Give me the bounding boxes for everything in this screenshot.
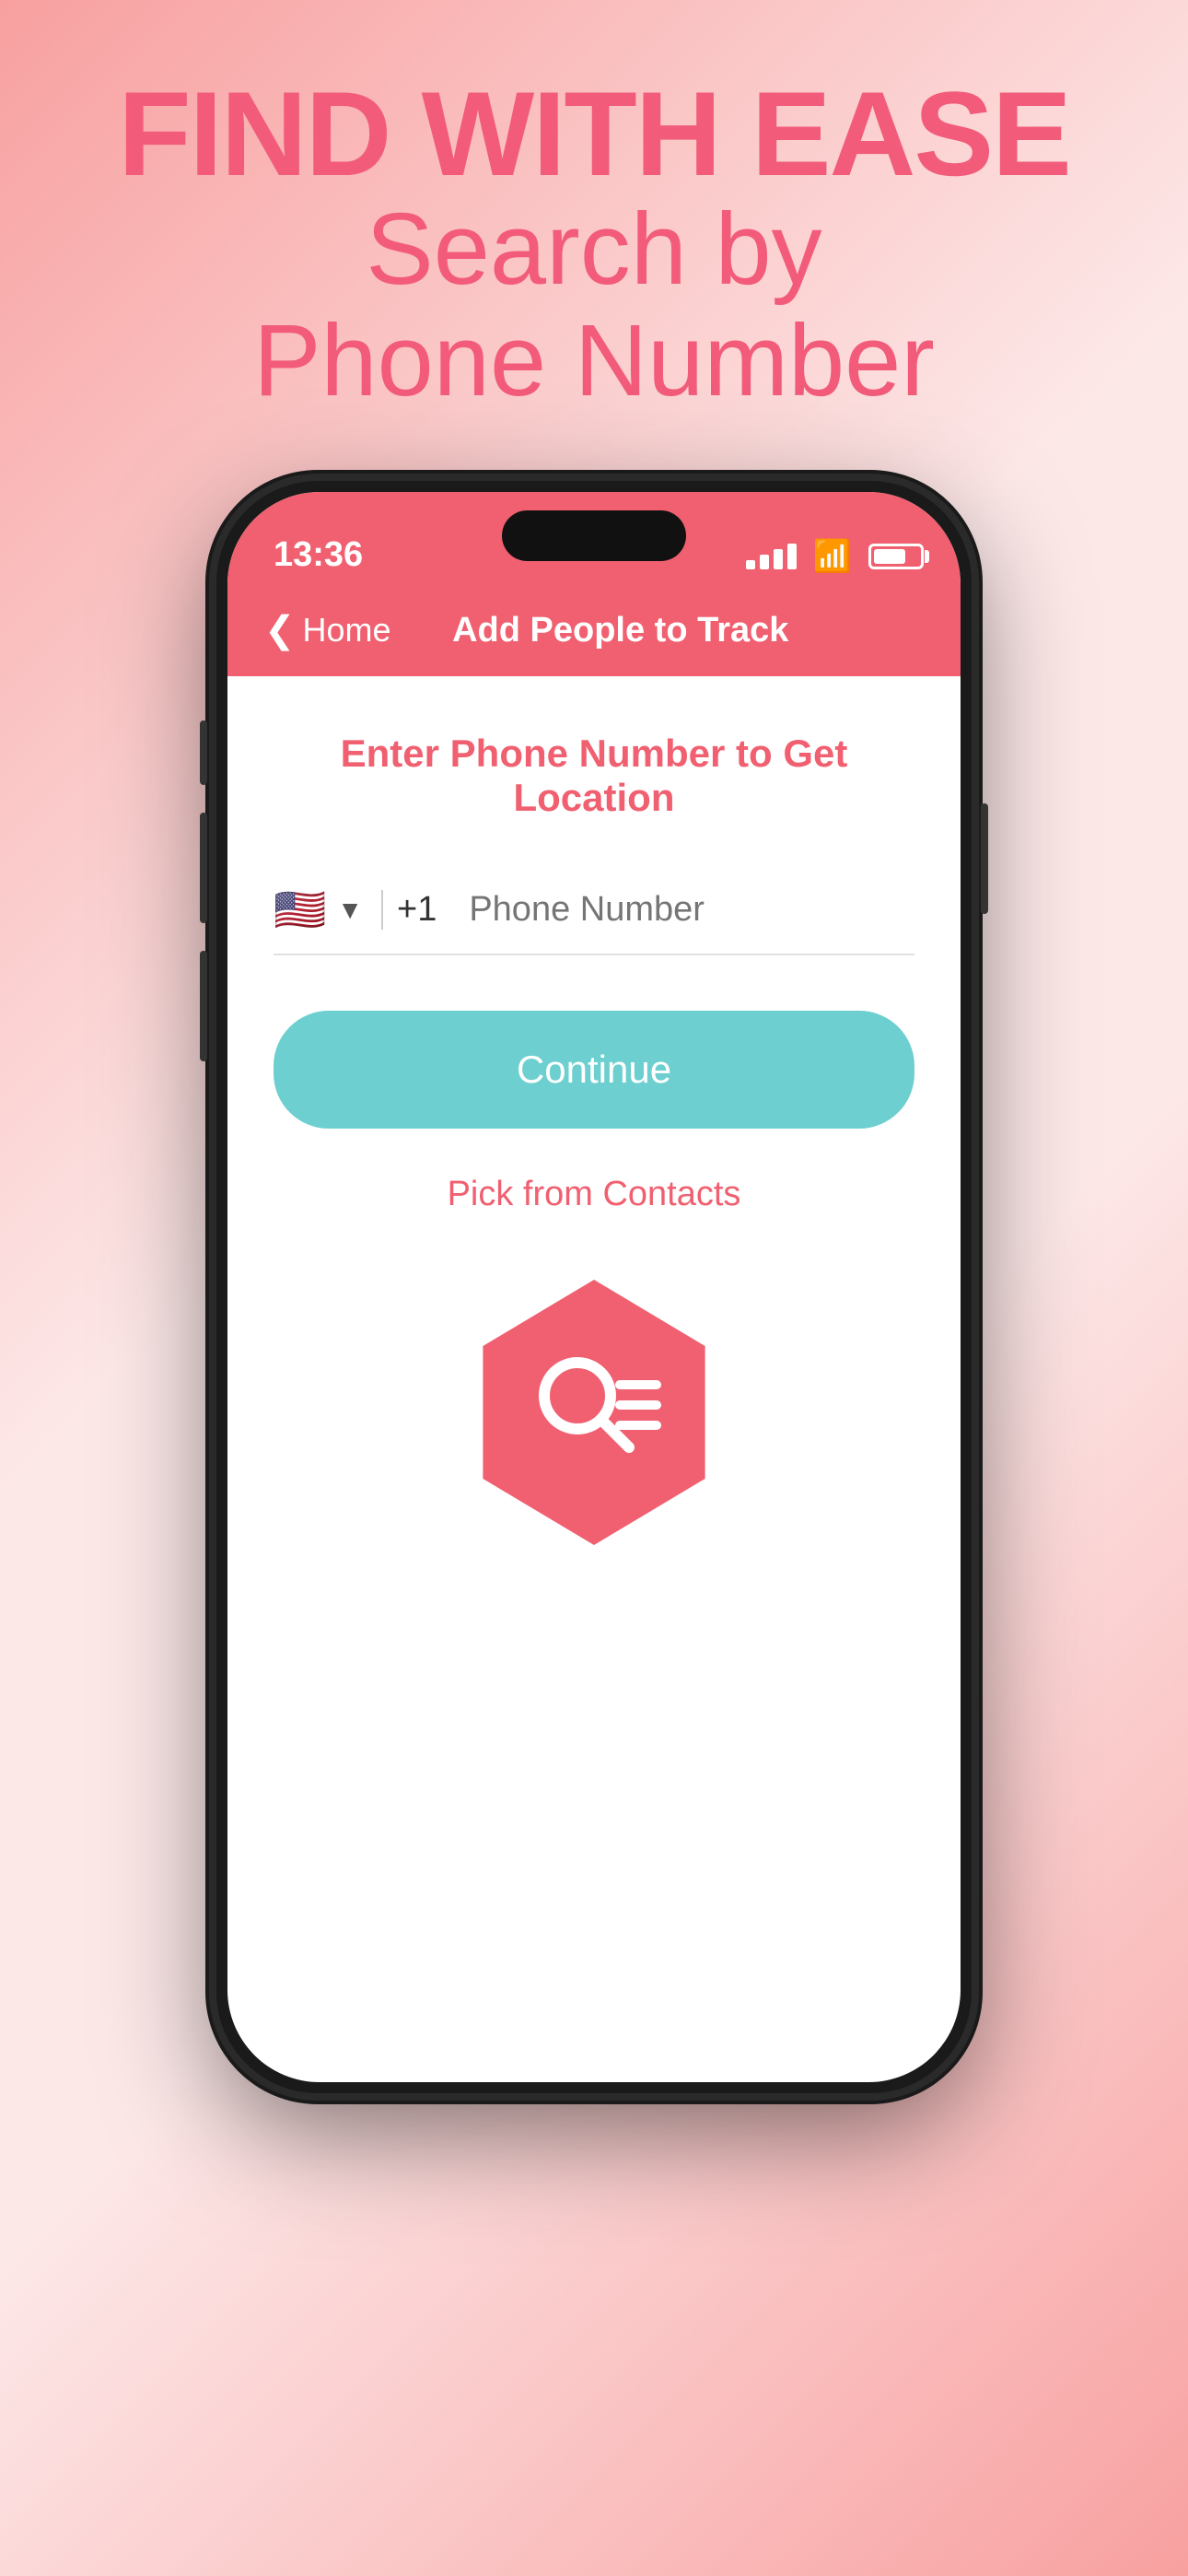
silent-switch	[200, 720, 207, 785]
signal-icon	[746, 544, 797, 569]
power-button	[981, 803, 988, 914]
country-selector[interactable]: 🇺🇸 ▼	[274, 884, 363, 935]
back-button[interactable]: ❮ Home	[264, 609, 391, 651]
country-code: +1	[381, 890, 450, 930]
content-area: Enter Phone Number to Get Location 🇺🇸 ▼ …	[227, 676, 961, 1610]
continue-button[interactable]: Continue	[274, 1011, 914, 1129]
app-icon-section	[274, 1270, 914, 1555]
status-time: 13:36	[274, 535, 363, 575]
dynamic-island	[502, 510, 686, 561]
headline-line3: Phone Number	[118, 305, 1070, 416]
search-magnify-icon	[520, 1339, 668, 1486]
status-bar: 13:36 📶	[227, 492, 961, 584]
volume-down-button	[200, 951, 207, 1061]
headline-line2: Search by	[118, 193, 1070, 305]
app-icon	[460, 1270, 728, 1555]
volume-up-button	[200, 813, 207, 923]
navigation-bar: ❮ Home Add People to Track	[227, 584, 961, 676]
battery-fill	[874, 549, 905, 564]
phone-frame: 13:36 📶	[216, 481, 972, 2093]
status-right-icons: 📶	[746, 538, 924, 575]
nav-title: Add People to Track	[391, 611, 850, 650]
back-chevron-icon: ❮	[264, 609, 296, 651]
phone-screen: 13:36 📶	[227, 492, 961, 2082]
flag-icon: 🇺🇸	[274, 884, 326, 935]
headline-line1: FIND WITH EASE	[118, 74, 1070, 193]
phone-number-input[interactable]	[469, 890, 919, 930]
battery-icon	[868, 544, 924, 569]
wifi-icon: 📶	[813, 538, 852, 575]
pick-contacts-link[interactable]: Pick from Contacts	[274, 1175, 914, 1214]
phone-input-row: 🇺🇸 ▼ +1	[274, 866, 914, 955]
section-title: Enter Phone Number to Get Location	[274, 732, 914, 820]
header-section: FIND WITH EASE Search by Phone Number	[118, 0, 1070, 453]
dropdown-arrow-icon: ▼	[337, 896, 363, 925]
hex-main-color	[471, 1280, 717, 1545]
back-label: Home	[303, 611, 391, 650]
phone-mockup: 13:36 📶	[216, 481, 972, 2093]
